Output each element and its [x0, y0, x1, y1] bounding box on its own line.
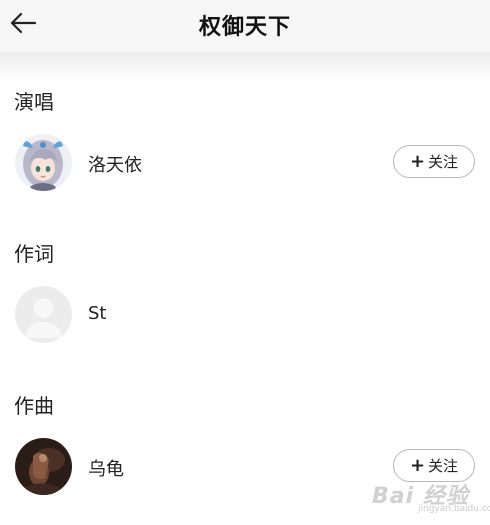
follow-button[interactable]: + 关注 [393, 449, 475, 482]
follow-label: 关注 [428, 153, 459, 171]
section-title-composer: 作曲 [14, 394, 54, 418]
artist-row-singer[interactable]: 洛天依 + 关注 [0, 131, 490, 195]
section-title-singer: 演唱 [14, 90, 54, 114]
avatar[interactable] [15, 286, 72, 343]
default-user-avatar [15, 286, 72, 343]
avatar[interactable] [15, 438, 72, 495]
top-bar: 权御天下 [0, 0, 490, 52]
watermark-url: jingyan.baidu.com [418, 504, 490, 514]
artist-row-composer[interactable]: 乌龟 + 关注 [0, 435, 490, 499]
anime-girl-avatar [15, 134, 72, 191]
dark-photo-avatar [15, 438, 72, 495]
plus-icon: + [409, 454, 426, 476]
artist-row-lyricist[interactable]: St [0, 283, 490, 347]
section-title-lyricist: 作词 [14, 242, 54, 266]
follow-button[interactable]: + 关注 [393, 145, 475, 178]
plus-icon: + [409, 150, 426, 172]
artist-name[interactable]: 乌龟 [88, 455, 124, 481]
page-title: 权御天下 [198, 15, 291, 40]
artist-name[interactable]: St [88, 303, 106, 324]
avatar[interactable] [15, 134, 72, 191]
follow-label: 关注 [428, 457, 459, 475]
artist-name[interactable]: 洛天依 [88, 151, 142, 177]
header-shadow [0, 52, 490, 82]
